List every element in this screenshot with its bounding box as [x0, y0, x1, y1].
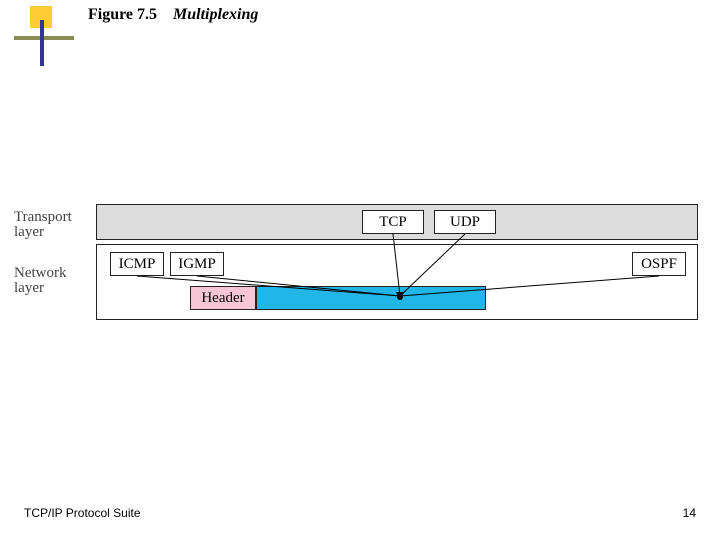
- transport-layer-label: Transport layer: [14, 210, 84, 240]
- icmp-box: ICMP: [110, 252, 164, 276]
- bullet-hline: [14, 36, 74, 40]
- bullet-vline: [40, 20, 44, 66]
- bullet-decoration: [14, 6, 64, 66]
- header-box: Header: [190, 286, 256, 310]
- page-number: 14: [683, 506, 696, 520]
- figure-title: Figure 7.5 Multiplexing: [88, 6, 258, 24]
- ospf-box: OSPF: [632, 252, 686, 276]
- igmp-box: IGMP: [170, 252, 224, 276]
- footer-text: TCP/IP Protocol Suite: [24, 506, 141, 520]
- payload-box: [256, 286, 486, 310]
- slide: Figure 7.5 Multiplexing Transport layer …: [0, 0, 720, 540]
- network-layer-label: Network layer: [14, 266, 84, 296]
- tcp-box: TCP: [362, 210, 424, 234]
- diagram: Transport layer Network layer TCP UDP IC…: [18, 204, 702, 332]
- figure-number: Figure 7.5: [88, 6, 157, 23]
- mux-dot-icon: [397, 294, 403, 300]
- udp-box: UDP: [434, 210, 496, 234]
- figure-name: Multiplexing: [173, 6, 258, 23]
